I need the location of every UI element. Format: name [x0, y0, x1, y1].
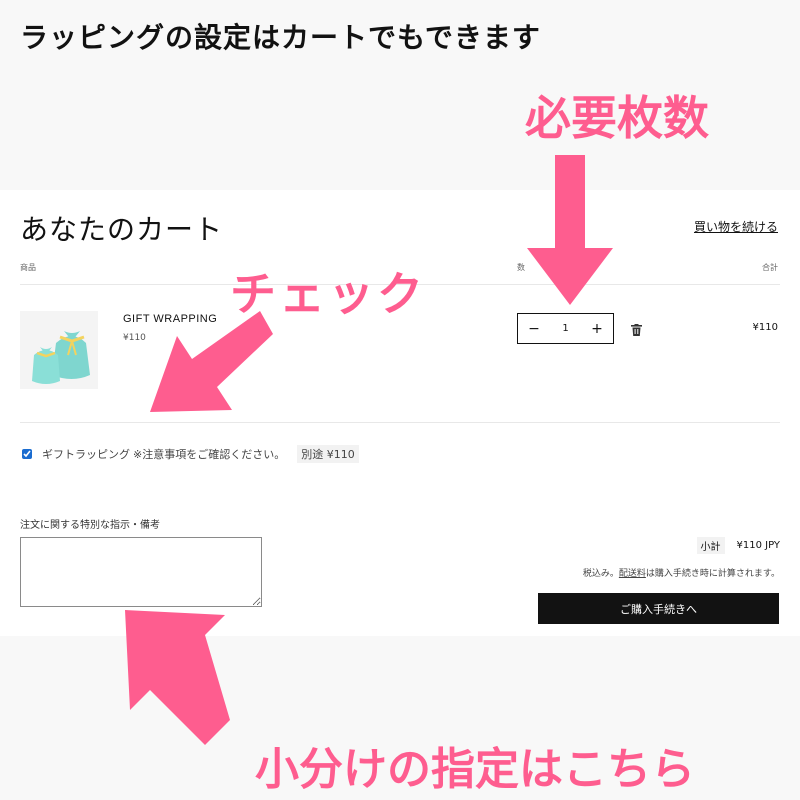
gift-wrapping-label[interactable]: ギフトラッピング — [42, 446, 130, 462]
subtotal-value: ¥110 JPY — [736, 540, 781, 551]
subtotal: 小計 ¥110 JPY — [696, 537, 781, 554]
tax-note-suffix: は購入手続き時に計算されます。 — [645, 569, 780, 579]
gift-wrapping-note: ※注意事項をご確認ください。 — [133, 448, 286, 461]
quantity-decrease-button[interactable]: − — [518, 314, 550, 343]
cart-title: あなたのカート — [20, 213, 224, 246]
tax-note-prefix: 税込み。 — [582, 569, 619, 579]
subtotal-label: 小計 — [696, 537, 725, 554]
column-header-total: 合計 — [762, 263, 778, 272]
callout-notes: 小分けの指定はこちら — [255, 744, 695, 795]
column-header-quantity: 数 — [517, 263, 525, 272]
tax-shipping-note: 税込み。配送料は購入手続き時に計算されます。 — [583, 566, 780, 579]
order-notes-textarea[interactable] — [20, 537, 262, 607]
callout-check: チェック — [230, 267, 426, 321]
quantity-stepper: − 1 + — [517, 313, 614, 344]
callout-quantity: 必要枚数 — [525, 91, 709, 145]
item-divider — [20, 422, 780, 423]
trash-icon[interactable] — [631, 321, 642, 340]
order-notes-label: 注文に関する特別な指示・備考 — [20, 520, 160, 531]
quantity-increase-button[interactable]: + — [581, 314, 613, 343]
shipping-policy-link[interactable]: 配送料 — [619, 569, 646, 579]
checkout-button[interactable]: ご購入手続きへ — [538, 593, 779, 624]
page-heading: ラッピングの設定はカートでもできます — [20, 21, 541, 54]
column-header-product: 商品 — [20, 263, 36, 272]
gift-wrapping-price: 別途 ¥110 — [297, 445, 359, 463]
product-name[interactable]: GIFT WRAPPING — [123, 313, 217, 325]
gift-wrapping-option: ギフトラッピング ※注意事項をご確認ください。 別途 ¥110 — [22, 445, 359, 463]
product-thumbnail[interactable] — [20, 311, 98, 389]
product-unit-price: ¥110 — [123, 333, 146, 343]
continue-shopping-link[interactable]: 買い物を続ける — [694, 218, 778, 235]
line-total: ¥110 — [752, 322, 778, 333]
gift-bag-image — [20, 311, 98, 389]
quantity-input[interactable]: 1 — [550, 323, 581, 334]
gift-wrapping-checkbox[interactable] — [22, 449, 32, 459]
